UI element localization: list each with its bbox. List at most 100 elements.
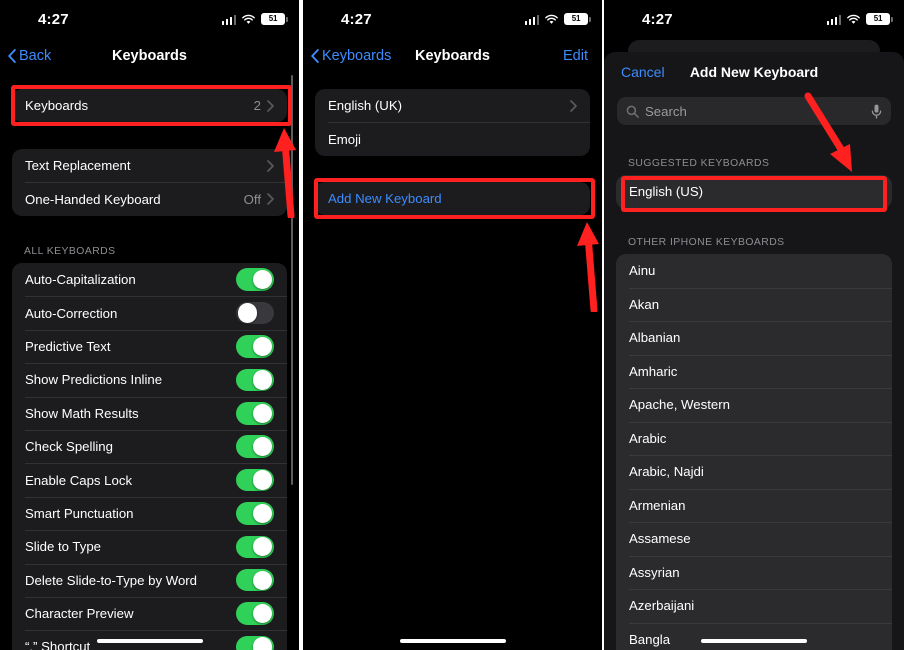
- other-keyboard-label: Albanian: [629, 330, 681, 346]
- status-bar-indicators: 51: [826, 13, 893, 25]
- keyboard-list-item[interactable]: Emoji: [315, 122, 590, 155]
- toggle-row[interactable]: Enable Caps Lock: [12, 463, 287, 496]
- other-keyboard-item[interactable]: Albanian: [616, 321, 892, 355]
- other-keyboard-label: Apache, Western: [629, 397, 730, 413]
- toggle-switch[interactable]: [236, 435, 274, 458]
- toggle-row-label: Auto-Correction: [25, 305, 118, 321]
- toggle-row[interactable]: Auto-Correction: [12, 296, 287, 329]
- panel-keyboard-settings: 4:27 51 Back Keyboards Keyboards 2 Text …: [0, 0, 299, 650]
- toggle-switch[interactable]: [236, 402, 274, 425]
- home-indicator: [96, 639, 203, 643]
- other-keyboard-item[interactable]: Bangla: [616, 622, 892, 650]
- keyboards-group: Keyboards 2: [12, 89, 287, 123]
- chevron-right-icon: [267, 159, 274, 172]
- wifi-icon: [847, 14, 860, 24]
- add-new-keyboard-label: Add New Keyboard: [328, 191, 442, 207]
- other-keyboard-label: Arabic: [629, 430, 667, 446]
- edit-button[interactable]: Edit: [563, 48, 588, 64]
- other-keyboard-label: Armenian: [629, 497, 686, 513]
- search-input[interactable]: Search: [617, 97, 891, 125]
- other-keyboard-label: Akan: [629, 296, 660, 312]
- scrollbar[interactable]: [290, 75, 293, 485]
- other-keyboard-item[interactable]: Assyrian: [616, 555, 892, 590]
- other-keyboard-item[interactable]: Azerbaijani: [616, 589, 892, 623]
- cellular-bars-icon: [524, 14, 539, 25]
- cellular-bars-icon: [221, 14, 236, 25]
- toggle-switch[interactable]: [236, 268, 274, 291]
- other-keyboard-item[interactable]: Akan: [616, 287, 892, 322]
- cellular-bars-icon: [826, 14, 841, 25]
- other-keyboard-label: Arabic, Najdi: [629, 464, 704, 480]
- toggle-switch[interactable]: [236, 568, 274, 592]
- chevron-right-icon: [570, 99, 577, 112]
- toggle-row[interactable]: Delete Slide-to-Type by Word: [12, 563, 287, 597]
- search-placeholder: Search: [645, 103, 687, 119]
- toggle-row-label: Check Spelling: [25, 439, 113, 455]
- toggle-switch[interactable]: [236, 535, 274, 559]
- other-keyboard-label: Ainu: [629, 263, 656, 279]
- keyboards-row-label: Keyboards: [25, 98, 89, 114]
- page-title: Keyboards: [112, 48, 187, 64]
- toggle-switch[interactable]: [236, 602, 274, 625]
- toggle-switch[interactable]: [236, 335, 274, 358]
- keyboard-list-item[interactable]: English (UK): [315, 89, 590, 122]
- toggle-switch[interactable]: [236, 635, 274, 650]
- other-keyboard-item[interactable]: Ainu: [616, 254, 892, 288]
- toggle-row[interactable]: Smart Punctuation: [12, 496, 287, 530]
- other-keyboard-item[interactable]: Amharic: [616, 354, 892, 389]
- other-keyboards-group: Ainu Akan Albanian Amharic Apache, Western Ar…: [616, 254, 892, 650]
- other-keyboard-item[interactable]: Apache, Western: [616, 388, 892, 422]
- status-bar-clock: 4:27: [642, 11, 673, 28]
- toggle-row[interactable]: Slide to Type: [12, 530, 287, 563]
- other-keyboard-label: Amharic: [629, 363, 678, 379]
- page-title: Keyboards: [415, 48, 490, 64]
- battery-icon: 51: [261, 13, 288, 25]
- toggle-row[interactable]: Show Math Results: [12, 396, 287, 430]
- chevron-right-icon: [267, 193, 274, 205]
- other-keyboard-label: Assamese: [629, 531, 691, 547]
- toggle-row-label: Character Preview: [25, 606, 134, 622]
- status-bar: 4:27 51: [604, 0, 904, 36]
- toggle-row-label: Show Predictions Inline: [25, 372, 163, 388]
- chevron-right-icon: [267, 99, 274, 112]
- toggle-switch[interactable]: [236, 368, 274, 392]
- keyboards-row-count: 2: [253, 98, 261, 114]
- other-keyboard-item[interactable]: Armenian: [616, 488, 892, 523]
- toggle-row[interactable]: Auto-Capitalization: [12, 263, 287, 296]
- status-bar: 4:27 51: [0, 0, 299, 36]
- other-keyboard-item[interactable]: Arabic: [616, 421, 892, 456]
- add-new-keyboard-button[interactable]: Add New Keyboard: [315, 182, 590, 215]
- battery-icon: 51: [564, 13, 591, 25]
- battery-percent: 51: [268, 14, 278, 23]
- battery-percent: 51: [571, 14, 581, 23]
- toggle-row[interactable]: Character Preview: [12, 596, 287, 630]
- add-new-keyboard-group: Add New Keyboard: [315, 182, 590, 216]
- all-keyboards-toggle-group: Auto-Capitalization Auto-Correction Predic…: [12, 263, 287, 650]
- sidebar-item-keyboards[interactable]: Keyboards 2: [12, 89, 287, 122]
- suggested-keyboard-item[interactable]: English (US): [616, 175, 892, 209]
- toggle-switch[interactable]: [236, 301, 274, 325]
- wifi-icon: [242, 14, 255, 24]
- status-bar-indicators: 51: [221, 13, 288, 25]
- toggle-row-label: Show Math Results: [25, 405, 139, 421]
- settings-row-value: Off: [243, 191, 261, 207]
- microphone-icon[interactable]: [871, 104, 882, 119]
- navigation-bar: Keyboards Keyboards Edit: [303, 44, 602, 74]
- settings-row-label: Text Replacement: [25, 158, 131, 174]
- keyboard-list-item-label: Emoji: [328, 131, 361, 147]
- status-bar-clock: 4:27: [38, 11, 69, 28]
- toggle-row-label: Smart Punctuation: [25, 505, 134, 521]
- settings-row[interactable]: One-Handed Keyboard Off: [12, 182, 287, 215]
- panel-keyboards-list: 4:27 51 Keyboards Keyboards Edit English…: [303, 0, 602, 650]
- toggle-switch[interactable]: [236, 468, 274, 492]
- toggle-row[interactable]: Check Spelling: [12, 429, 287, 463]
- settings-row[interactable]: Text Replacement: [12, 149, 287, 182]
- search-icon: [626, 105, 639, 118]
- toggle-row[interactable]: Show Predictions Inline: [12, 363, 287, 396]
- suggested-keyboards-group: English (US): [616, 175, 892, 209]
- other-keyboard-item[interactable]: Assamese: [616, 522, 892, 556]
- panel-add-new-keyboard: 4:27 51 Cancel Add New Keyboard Search S…: [604, 0, 904, 650]
- toggle-switch[interactable]: [236, 502, 274, 525]
- other-keyboard-item[interactable]: Arabic, Najdi: [616, 455, 892, 489]
- toggle-row[interactable]: Predictive Text: [12, 329, 287, 363]
